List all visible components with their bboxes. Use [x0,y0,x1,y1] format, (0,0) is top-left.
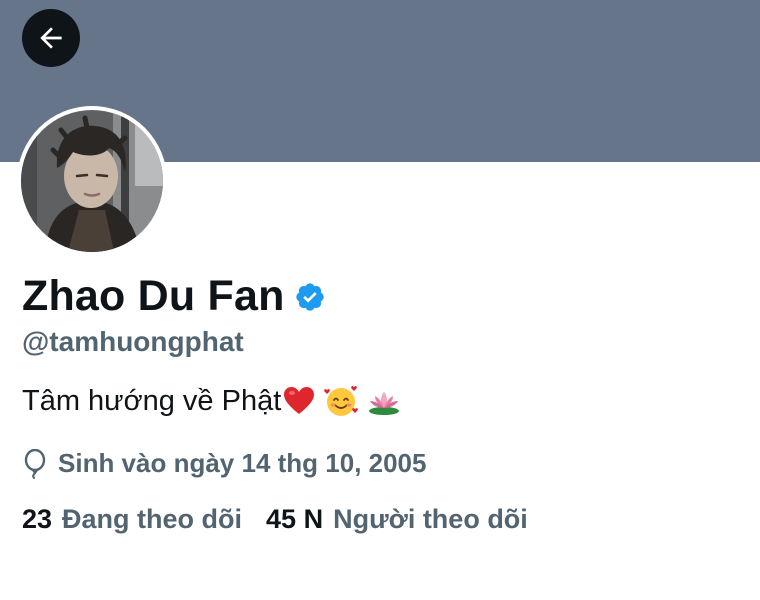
profile-page: Zhao Du Fan @tamhuongphat Tâm hướng về P… [0,0,760,600]
followers-label: Người theo dõi [333,504,528,534]
display-name-row: Zhao Du Fan [22,272,326,321]
back-button[interactable] [22,9,80,67]
birthday-text: Sinh vào ngày 14 thg 10, 2005 [58,448,427,478]
following-count: 23 [22,504,53,534]
verified-badge-icon[interactable] [294,281,326,313]
display-name: Zhao Du Fan [22,272,285,320]
red-heart-icon [284,387,315,414]
follow-stats: 23 Đang theo dõi 45 N Người theo dõi [22,504,552,535]
bio-text: Tâm hướng về Phật [22,384,282,417]
arrow-left-icon [40,27,62,49]
following-link[interactable]: 23 Đang theo dõi [22,504,242,535]
followers-count: 45 N [266,504,324,534]
smiling-face-with-hearts-icon [324,386,359,416]
lotus-icon [369,392,400,415]
following-label: Đang theo dõi [62,504,243,534]
birthday-row: Sinh vào ngày 14 thg 10, 2005 [22,448,426,479]
avatar[interactable] [17,106,167,256]
followers-link[interactable]: 45 N Người theo dõi [266,504,528,535]
handle: @tamhuongphat [22,326,244,357]
avatar-photo [17,106,167,256]
bio: Tâm hướng về Phật [22,384,401,418]
balloon-icon [24,448,46,479]
